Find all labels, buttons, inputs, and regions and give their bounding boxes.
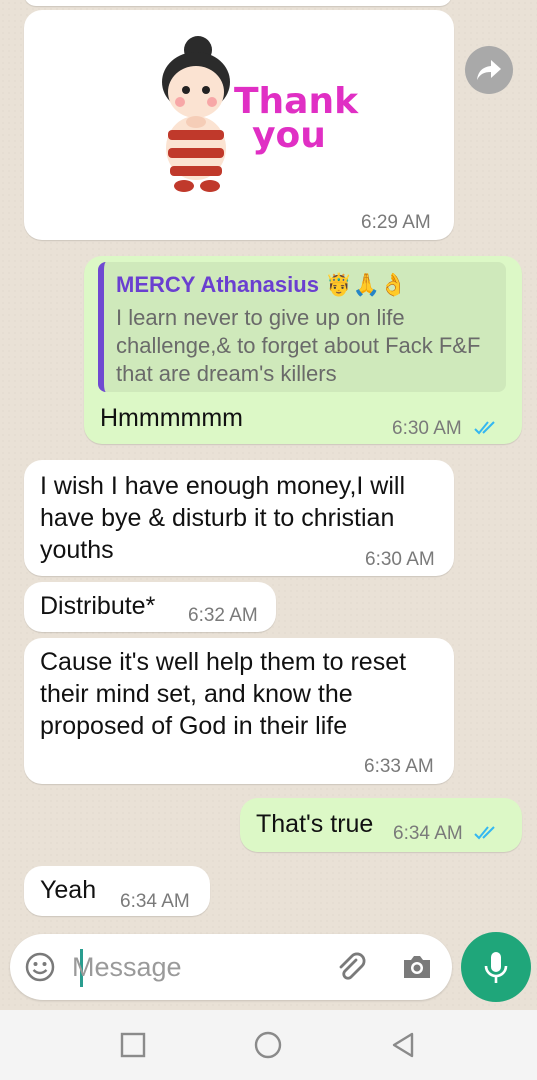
sticker-message-bubble[interactable]: Thank you 6:29 AM: [24, 10, 454, 240]
attach-button[interactable]: [334, 950, 368, 984]
quote-emoji: 🤴🙏👌: [325, 272, 408, 297]
message-text: Cause it's well help them to reset their…: [40, 648, 407, 740]
read-ticks-icon: [474, 826, 495, 840]
message-time: 6:33 AM: [364, 756, 434, 777]
sticker-text: Thank you: [234, 81, 359, 156]
message-input[interactable]: [72, 946, 322, 988]
message-input-bar: [10, 934, 452, 1000]
quoted-message[interactable]: MERCY Athanasius 🤴🙏👌 I learn never to gi…: [98, 262, 506, 392]
attach-icon: [339, 952, 366, 980]
emoji-icon: [25, 952, 55, 982]
recent-apps-button[interactable]: [116, 1028, 150, 1062]
system-navigation-bar: [0, 1010, 537, 1080]
home-icon: [254, 1031, 282, 1059]
message-text: Hmmmmmm: [100, 404, 244, 432]
back-button[interactable]: [386, 1028, 420, 1062]
message-time: 6:34 AM: [393, 823, 463, 844]
chat-area: Thank you 6:29 AM MERCY Athanasius 🤴🙏👌 I…: [0, 0, 537, 1010]
quote-author: MERCY Athanasius 🤴🙏👌: [116, 272, 408, 297]
forward-button[interactable]: [465, 46, 513, 94]
message-text: Yeah: [40, 876, 97, 904]
emoji-button[interactable]: [24, 951, 56, 983]
message-time: 6:29 AM: [361, 212, 431, 233]
voice-message-button[interactable]: [461, 932, 531, 1002]
forward-icon: [477, 60, 501, 80]
mic-icon: [484, 952, 508, 983]
message-time: 6:30 AM: [365, 549, 435, 570]
previous-message-bubble[interactable]: [24, 0, 452, 6]
home-button[interactable]: [251, 1028, 285, 1062]
message-text: That's true: [256, 810, 374, 838]
thank-you-sticker: Thank you: [148, 30, 359, 200]
message-time: 6:32 AM: [188, 605, 258, 626]
back-icon: [392, 1032, 414, 1058]
message-time: 6:30 AM: [392, 418, 462, 439]
message-time: 6:34 AM: [120, 891, 190, 912]
read-ticks-icon: [474, 421, 495, 435]
message-text: Distribute*: [40, 592, 156, 620]
quote-text: I learn never to give up on life challen…: [116, 305, 481, 386]
camera-button[interactable]: [400, 950, 434, 984]
recent-apps-icon: [120, 1032, 146, 1058]
camera-icon: [404, 956, 430, 978]
